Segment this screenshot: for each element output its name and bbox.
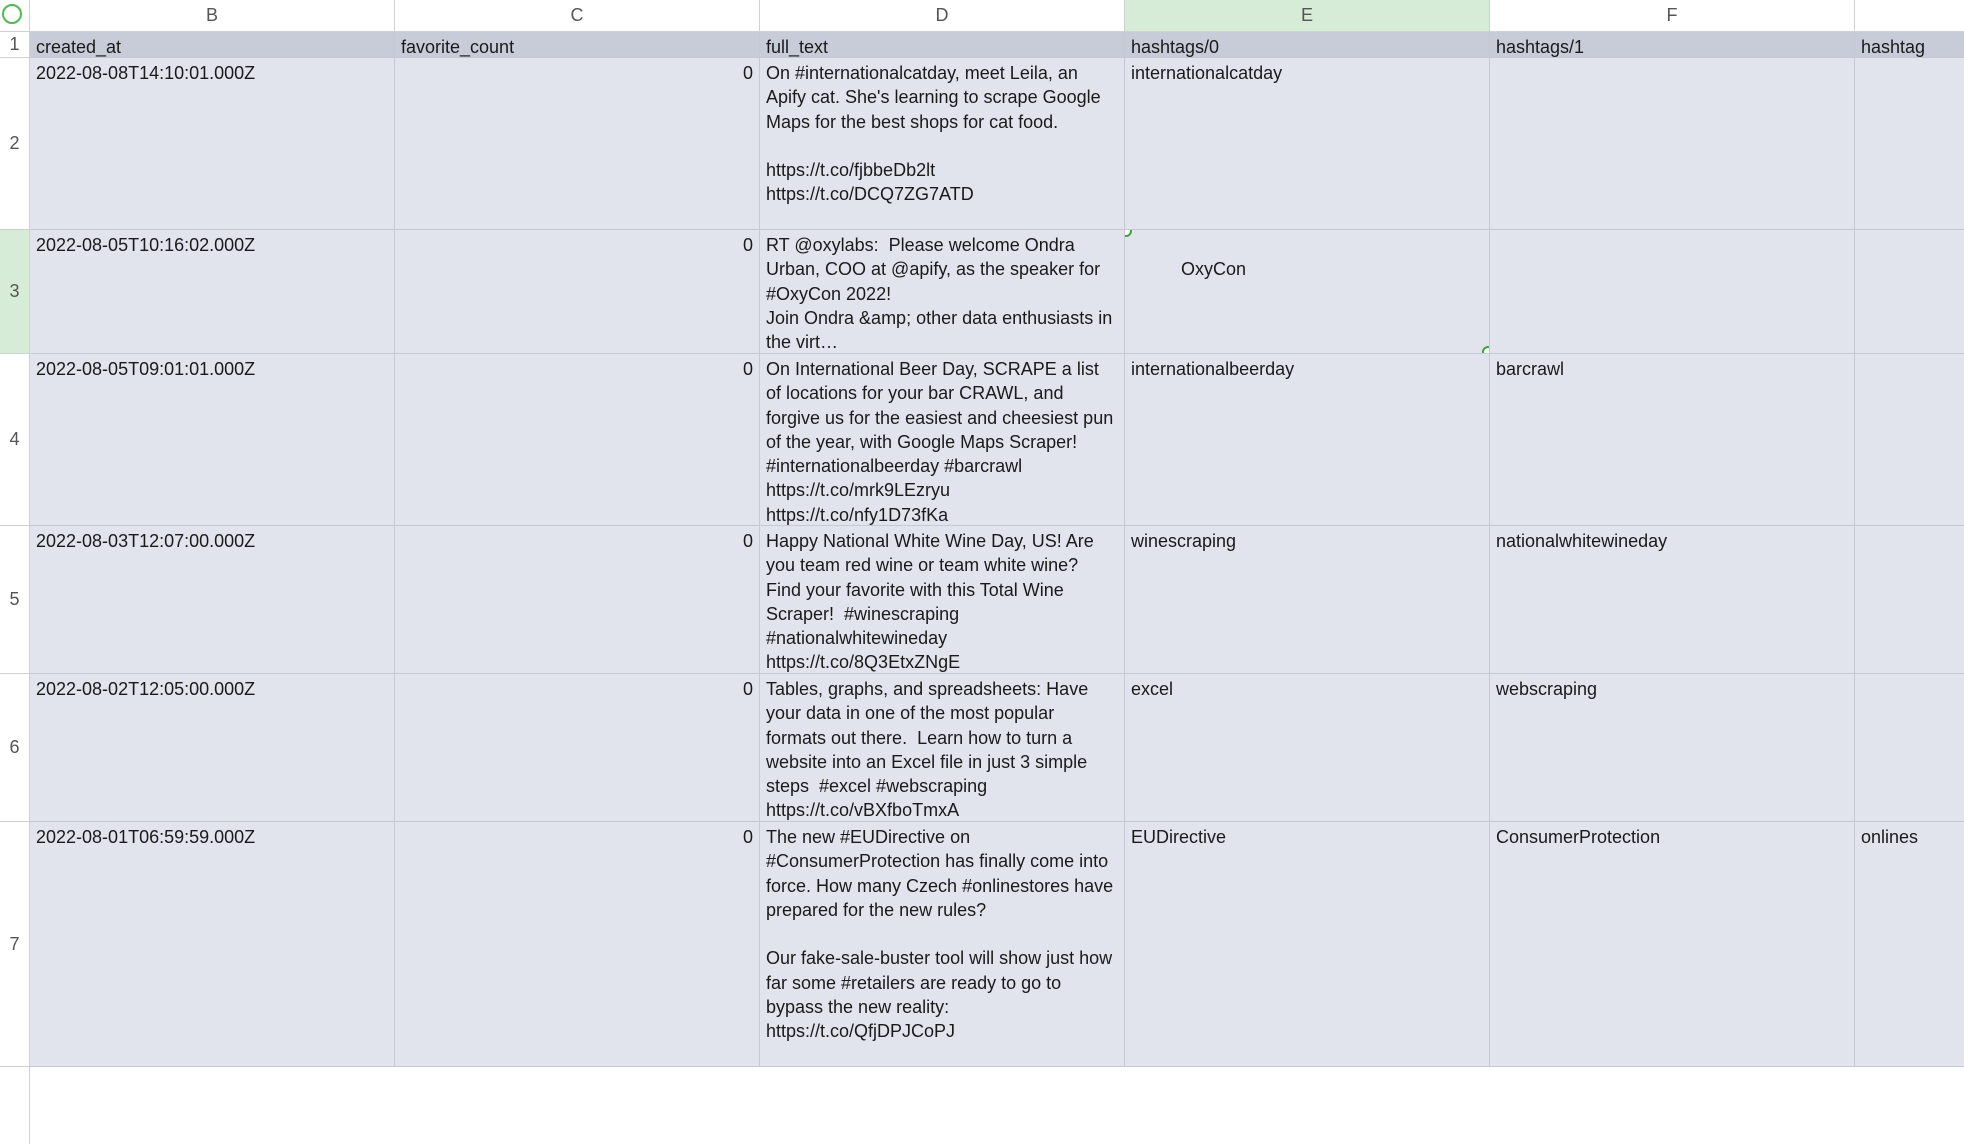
row-header-4[interactable]: 4 — [0, 354, 29, 526]
row-header-3[interactable]: 3 — [0, 230, 29, 354]
table-row: 2022-08-05T09:01:01.000Z 0 On Internatio… — [30, 354, 1964, 526]
cell-hashtag1[interactable] — [1490, 230, 1855, 353]
header-hashtags-0[interactable]: hashtags/0 — [1125, 32, 1490, 57]
cell-hashtag0[interactable]: EUDirective — [1125, 822, 1490, 1066]
cell-hashtag1[interactable]: barcrawl — [1490, 354, 1855, 525]
table-header-row: created_at favorite_count full_text hash… — [30, 32, 1964, 58]
row-header-column: 1 2 3 4 5 6 7 — [0, 32, 30, 1144]
cell-hashtag0[interactable]: winescraping — [1125, 526, 1490, 673]
cell-created-at[interactable]: 2022-08-03T12:07:00.000Z — [30, 526, 395, 673]
cell-hashtag0[interactable]: excel — [1125, 674, 1490, 821]
cell-full-text[interactable]: On International Beer Day, SCRAPE a list… — [760, 354, 1125, 525]
row-header-5[interactable]: 5 — [0, 526, 29, 674]
row-header-6[interactable]: 6 — [0, 674, 29, 822]
record-indicator-icon — [2, 4, 22, 24]
cell-favorite-count[interactable]: 0 — [395, 58, 760, 229]
row-header-2[interactable]: 2 — [0, 58, 29, 230]
table-row: 2022-08-08T14:10:01.000Z 0 On #internati… — [30, 58, 1964, 230]
cell-hashtag0[interactable]: internationalcatday — [1125, 58, 1490, 229]
cell-hashtag0-active[interactable]: OxyCon — [1125, 230, 1490, 353]
cell-hashtag1[interactable]: ConsumerProtection — [1490, 822, 1855, 1066]
active-cell-value: OxyCon — [1181, 259, 1246, 279]
cell-hashtag2[interactable] — [1855, 230, 1964, 353]
rows-area: 1 2 3 4 5 6 7 created_at favorite_count … — [0, 32, 1964, 1144]
row-header-7[interactable]: 7 — [0, 822, 29, 1067]
cell-hashtag2[interactable]: onlines — [1855, 822, 1964, 1066]
cell-full-text[interactable]: The new #EUDirective on #ConsumerProtect… — [760, 822, 1125, 1066]
column-header-B[interactable]: B — [30, 0, 395, 31]
select-all-corner[interactable] — [0, 0, 30, 31]
column-header-C[interactable]: C — [395, 0, 760, 31]
header-full-text[interactable]: full_text — [760, 32, 1125, 57]
cell-created-at[interactable]: 2022-08-05T09:01:01.000Z — [30, 354, 395, 525]
cell-favorite-count[interactable]: 0 — [395, 230, 760, 353]
cell-created-at[interactable]: 2022-08-08T14:10:01.000Z — [30, 58, 395, 229]
cell-favorite-count[interactable]: 0 — [395, 354, 760, 525]
cell-created-at[interactable]: 2022-08-01T06:59:59.000Z — [30, 822, 395, 1066]
table-row: 2022-08-02T12:05:00.000Z 0 Tables, graph… — [30, 674, 1964, 822]
column-header-F[interactable]: F — [1490, 0, 1855, 31]
cell-favorite-count[interactable]: 0 — [395, 822, 760, 1066]
active-cell-outline — [1125, 230, 1490, 353]
cell-hashtag2[interactable] — [1855, 526, 1964, 673]
cell-favorite-count[interactable]: 0 — [395, 526, 760, 673]
cell-full-text[interactable]: Happy National White Wine Day, US! Are y… — [760, 526, 1125, 673]
column-header-G[interactable]: G — [1855, 0, 1964, 31]
cell-hashtag2[interactable] — [1855, 354, 1964, 525]
column-header-E[interactable]: E — [1125, 0, 1490, 31]
header-hashtags-1[interactable]: hashtags/1 — [1490, 32, 1855, 57]
table-row: 2022-08-01T06:59:59.000Z 0 The new #EUDi… — [30, 822, 1964, 1067]
cell-hashtag1[interactable]: webscraping — [1490, 674, 1855, 821]
cells-grid: created_at favorite_count full_text hash… — [30, 32, 1964, 1144]
cell-full-text[interactable]: RT @oxylabs: Please welcome Ondra Urban,… — [760, 230, 1125, 353]
table-row: 2022-08-05T10:16:02.000Z 0 RT @oxylabs: … — [30, 230, 1964, 354]
row-header-1[interactable]: 1 — [0, 32, 29, 58]
header-hashtags-2[interactable]: hashtag — [1855, 32, 1964, 57]
cell-favorite-count[interactable]: 0 — [395, 674, 760, 821]
column-header-D[interactable]: D — [760, 0, 1125, 31]
cell-hashtag0[interactable]: internationalbeerday — [1125, 354, 1490, 525]
cell-full-text[interactable]: Tables, graphs, and spreadsheets: Have y… — [760, 674, 1125, 821]
cell-hashtag2[interactable] — [1855, 674, 1964, 821]
cell-hashtag2[interactable] — [1855, 58, 1964, 229]
column-header-row: B C D E F G — [0, 0, 1964, 32]
cell-hashtag1[interactable] — [1490, 58, 1855, 229]
cell-full-text[interactable]: On #internationalcatday, meet Leila, an … — [760, 58, 1125, 229]
cell-created-at[interactable]: 2022-08-05T10:16:02.000Z — [30, 230, 395, 353]
table-row: 2022-08-03T12:07:00.000Z 0 Happy Nationa… — [30, 526, 1964, 674]
cell-created-at[interactable]: 2022-08-02T12:05:00.000Z — [30, 674, 395, 821]
header-favorite-count[interactable]: favorite_count — [395, 32, 760, 57]
cell-hashtag1[interactable]: nationalwhitewineday — [1490, 526, 1855, 673]
header-created-at[interactable]: created_at — [30, 32, 395, 57]
spreadsheet-container: B C D E F G 1 2 3 4 5 6 7 created_at fav… — [0, 0, 1964, 1144]
